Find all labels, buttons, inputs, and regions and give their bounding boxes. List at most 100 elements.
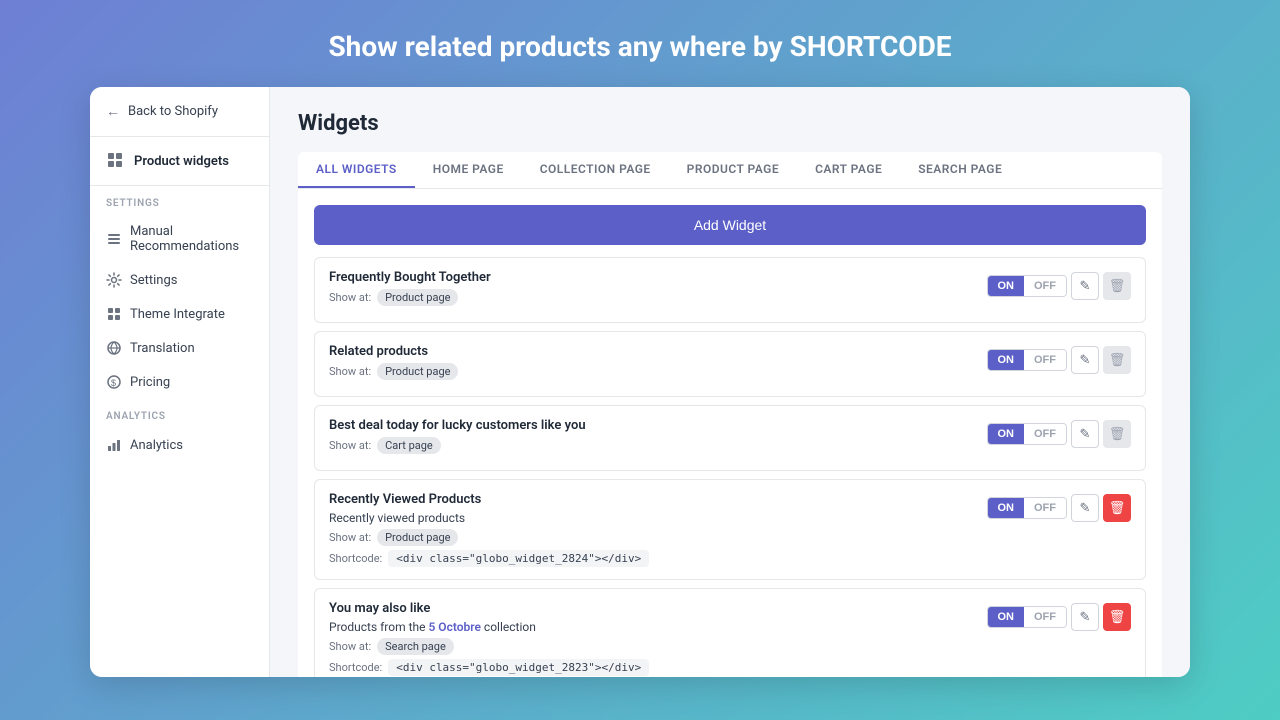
analytics-label: Analytics bbox=[130, 438, 183, 453]
toggle-on-button[interactable]: ON bbox=[988, 607, 1025, 627]
widget-info: Frequently Bought Together Show at: Prod… bbox=[329, 270, 971, 310]
toggle-group: ON OFF bbox=[987, 606, 1068, 628]
shortcode-row: Shortcode: <div class="globo_widget_2823… bbox=[329, 659, 971, 676]
tab-cart-page[interactable]: CART PAGE bbox=[797, 152, 900, 188]
widget-subtitle: Products from the 5 Octobre collection bbox=[329, 620, 971, 634]
widget-info: Recently Viewed Products Recently viewed… bbox=[329, 492, 971, 567]
delete-button[interactable]: 🗑 bbox=[1103, 494, 1131, 522]
analytics-icon bbox=[106, 437, 122, 453]
widget-controls: ON OFF ✎ 🗑 bbox=[987, 420, 1132, 448]
toggle-off-button[interactable]: OFF bbox=[1024, 607, 1066, 627]
show-at-row: Show at: Product page bbox=[329, 529, 971, 546]
show-at-label: Show at: bbox=[329, 640, 371, 653]
app-container: ← Back to Shopify Product widgets SETTIN… bbox=[90, 87, 1190, 677]
delete-button[interactable]: 🗑 bbox=[1103, 272, 1131, 300]
tab-search-page[interactable]: SEARCH PAGE bbox=[900, 152, 1020, 188]
pricing-icon: $ bbox=[106, 374, 122, 390]
widget-row: You may also like Products from the 5 Oc… bbox=[314, 588, 1146, 677]
delete-button[interactable]: 🗑 bbox=[1103, 346, 1131, 374]
theme-integrate-label: Theme Integrate bbox=[130, 307, 225, 322]
page-badge: Product page bbox=[377, 289, 458, 306]
toggle-on-button[interactable]: ON bbox=[988, 276, 1025, 296]
toggle-off-button[interactable]: OFF bbox=[1024, 276, 1066, 296]
add-widget-button[interactable]: Add Widget bbox=[314, 205, 1146, 245]
subtitle-highlight: 5 Octobre bbox=[428, 620, 480, 634]
shortcode-row: Shortcode: <div class="globo_widget_2824… bbox=[329, 550, 971, 567]
svg-text:$: $ bbox=[111, 378, 116, 388]
shortcode-label: Shortcode: bbox=[329, 661, 382, 674]
tab-product-page[interactable]: PRODUCT PAGE bbox=[669, 152, 797, 188]
widget-row: Best deal today for lucky customers like… bbox=[314, 405, 1146, 471]
page-badge: Product page bbox=[377, 529, 458, 546]
widget-name: Frequently Bought Together bbox=[329, 270, 971, 285]
sidebar-item-analytics[interactable]: Analytics bbox=[90, 428, 269, 462]
product-widgets-nav[interactable]: Product widgets bbox=[90, 137, 269, 186]
sidebar-item-theme-integrate[interactable]: Theme Integrate bbox=[90, 297, 269, 331]
toggle-group: ON OFF bbox=[987, 423, 1068, 445]
shortcode-value: <div class="globo_widget_2824"></div> bbox=[388, 550, 649, 567]
settings-icon bbox=[106, 272, 122, 288]
toggle-off-button[interactable]: OFF bbox=[1024, 350, 1066, 370]
delete-button[interactable]: 🗑 bbox=[1103, 603, 1131, 631]
edit-button[interactable]: ✎ bbox=[1071, 346, 1099, 374]
toggle-group: ON OFF bbox=[987, 497, 1068, 519]
list-icon bbox=[106, 231, 122, 247]
widget-row: Related products Show at: Product page O… bbox=[314, 331, 1146, 397]
show-at-row: Show at: Search page bbox=[329, 638, 971, 655]
back-label: Back to Shopify bbox=[128, 104, 218, 119]
show-at-label: Show at: bbox=[329, 439, 371, 452]
widget-controls: ON OFF ✎ 🗑 bbox=[987, 603, 1132, 631]
product-widgets-icon bbox=[106, 151, 126, 171]
toggle-off-button[interactable]: OFF bbox=[1024, 424, 1066, 444]
translation-label: Translation bbox=[130, 341, 195, 356]
toggle-off-button[interactable]: OFF bbox=[1024, 498, 1066, 518]
edit-button[interactable]: ✎ bbox=[1071, 272, 1099, 300]
toggle-group: ON OFF bbox=[987, 349, 1068, 371]
widget-name: Related products bbox=[329, 344, 971, 359]
analytics-section-label: ANALYTICS bbox=[90, 399, 269, 428]
manual-rec-label: Manual Recommendations bbox=[130, 224, 253, 254]
widget-name: You may also like bbox=[329, 601, 971, 616]
tab-collection-page[interactable]: COLLECTION PAGE bbox=[522, 152, 669, 188]
widget-area: Add Widget Frequently Bought Together Sh… bbox=[298, 189, 1162, 677]
toggle-group: ON OFF bbox=[987, 275, 1068, 297]
subtitle-suffix: collection bbox=[481, 620, 536, 634]
product-widgets-label: Product widgets bbox=[134, 154, 229, 169]
subtitle-prefix: Products from the bbox=[329, 620, 428, 634]
page-badge: Search page bbox=[377, 638, 454, 655]
page-title: Widgets bbox=[298, 111, 1162, 136]
show-at-label: Show at: bbox=[329, 291, 371, 304]
page-badge: Product page bbox=[377, 363, 458, 380]
translation-icon bbox=[106, 340, 122, 356]
edit-button[interactable]: ✎ bbox=[1071, 603, 1099, 631]
widget-subtitle: Recently viewed products bbox=[329, 511, 971, 525]
toggle-on-button[interactable]: ON bbox=[988, 498, 1025, 518]
sidebar: ← Back to Shopify Product widgets SETTIN… bbox=[90, 87, 270, 677]
pricing-label: Pricing bbox=[130, 375, 170, 390]
show-at-label: Show at: bbox=[329, 365, 371, 378]
widget-info: Related products Show at: Product page bbox=[329, 344, 971, 384]
widget-row: Frequently Bought Together Show at: Prod… bbox=[314, 257, 1146, 323]
theme-icon bbox=[106, 306, 122, 322]
edit-button[interactable]: ✎ bbox=[1071, 420, 1099, 448]
shortcode-label: Shortcode: bbox=[329, 552, 382, 565]
settings-section-label: SETTINGS bbox=[90, 186, 269, 215]
tab-home-page[interactable]: HOME PAGE bbox=[415, 152, 522, 188]
sidebar-item-translation[interactable]: Translation bbox=[90, 331, 269, 365]
shortcode-value: <div class="globo_widget_2823"></div> bbox=[388, 659, 649, 676]
page-badge: Cart page bbox=[377, 437, 441, 454]
toggle-on-button[interactable]: ON bbox=[988, 350, 1025, 370]
toggle-on-button[interactable]: ON bbox=[988, 424, 1025, 444]
delete-button[interactable]: 🗑 bbox=[1103, 420, 1131, 448]
edit-button[interactable]: ✎ bbox=[1071, 494, 1099, 522]
sidebar-item-pricing[interactable]: $ Pricing bbox=[90, 365, 269, 399]
back-to-shopify[interactable]: ← Back to Shopify bbox=[90, 87, 269, 137]
sidebar-item-settings[interactable]: Settings bbox=[90, 263, 269, 297]
back-arrow-icon: ← bbox=[106, 103, 120, 120]
main-content: Widgets ALL WIDGETS HOME PAGE COLLECTION… bbox=[270, 87, 1190, 677]
sidebar-item-manual-recommendations[interactable]: Manual Recommendations bbox=[90, 215, 269, 263]
widget-name: Recently Viewed Products bbox=[329, 492, 971, 507]
show-at-row: Show at: Cart page bbox=[329, 437, 971, 454]
tab-all-widgets[interactable]: ALL WIDGETS bbox=[298, 152, 415, 188]
hero-title: Show related products any where by SHORT… bbox=[328, 30, 951, 63]
